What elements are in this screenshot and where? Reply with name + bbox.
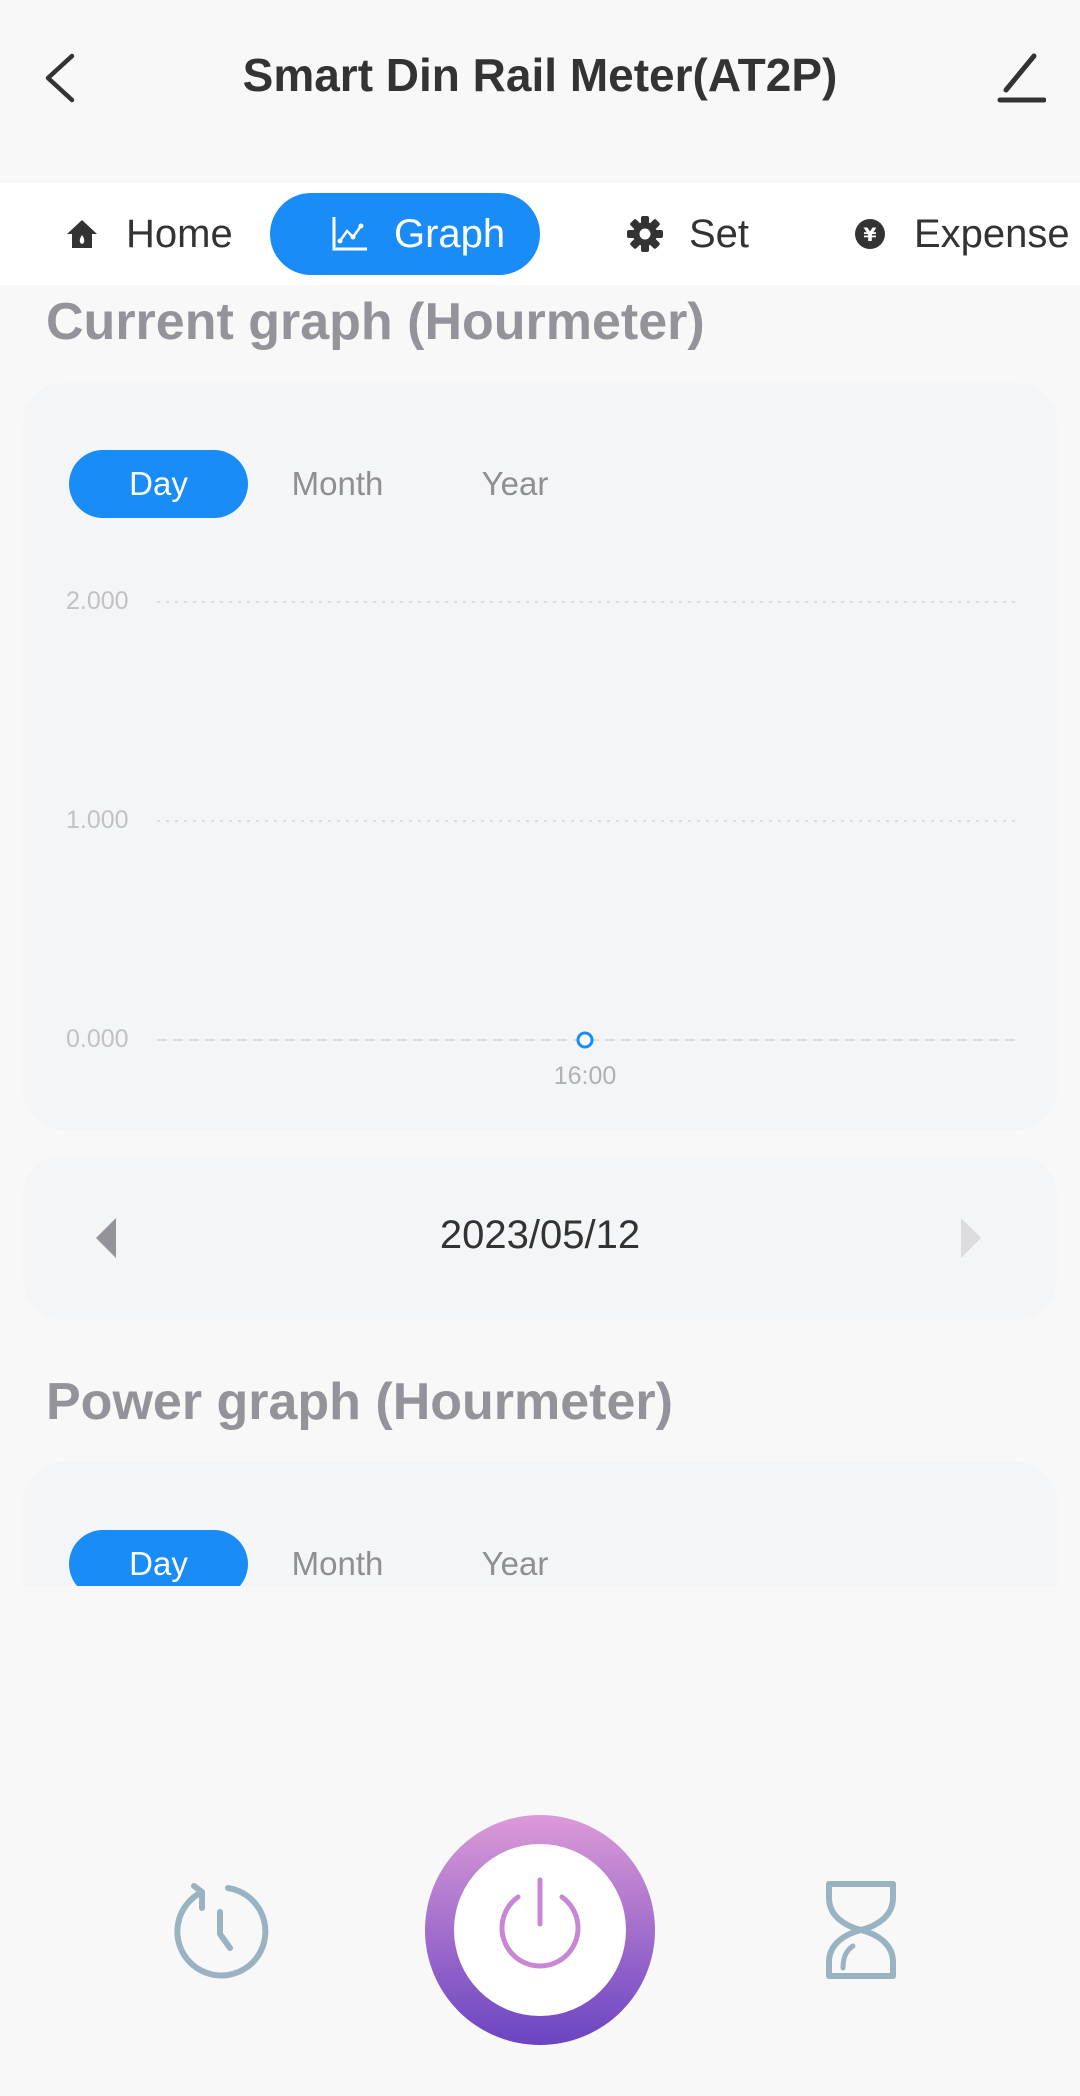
power-graph-card: Day Month Year: [23, 1462, 1057, 1586]
power-graph-title: Power graph (Hourmeter): [46, 1373, 673, 1431]
next-date-button[interactable]: [955, 1215, 985, 1261]
power-period-month[interactable]: Month: [270, 1530, 405, 1586]
power-period-day[interactable]: Day: [69, 1530, 248, 1586]
power-icon: [425, 1815, 655, 2045]
x-tick-label: 16:00: [553, 1062, 617, 1090]
timer-button[interactable]: [168, 1878, 272, 1982]
power-period-year[interactable]: Year: [450, 1530, 580, 1586]
hourglass-icon: [826, 1881, 896, 1979]
data-point[interactable]: [576, 1031, 594, 1049]
power-button[interactable]: [425, 1815, 655, 2045]
date-label: 2023/05/12: [439, 1213, 641, 1257]
timer-clock-icon: [174, 1883, 269, 1979]
current-chart-plot: [157, 601, 1017, 1049]
triangle-right-icon: [961, 1218, 981, 1258]
countdown-button[interactable]: [825, 1880, 897, 1980]
